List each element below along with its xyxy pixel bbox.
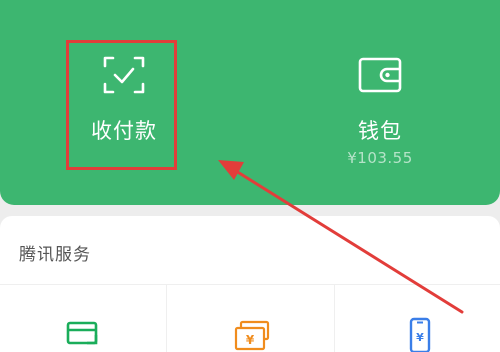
credit-card-icon[interactable] <box>66 321 100 352</box>
money-stack-icon[interactable]: ¥ <box>233 320 271 352</box>
column-divider <box>334 285 335 352</box>
svg-text:¥: ¥ <box>416 331 424 344</box>
svg-text:¥: ¥ <box>246 333 255 347</box>
mobile-recharge-icon[interactable]: ¥ <box>408 317 432 352</box>
wallet-balance: ¥103.55 <box>347 149 413 167</box>
wallet-button[interactable]: 钱包 ¥103.55 <box>300 0 460 205</box>
highlight-box <box>66 40 177 170</box>
tencent-services-panel: 腾讯服务 ¥ ¥ <box>0 216 500 352</box>
column-divider <box>166 285 167 352</box>
divider <box>0 284 500 285</box>
section-title: 腾讯服务 <box>19 245 91 265</box>
wallet-label: 钱包 <box>358 119 402 143</box>
wallet-icon <box>358 57 402 93</box>
